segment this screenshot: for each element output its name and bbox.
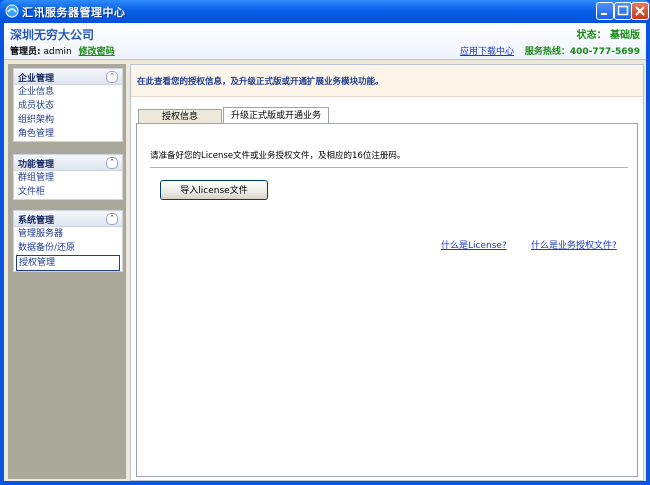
admin-name: admin [43, 47, 72, 57]
download-center-link[interactable]: 应用下载中心 [460, 47, 514, 57]
change-password-link[interactable]: 修改密码 [79, 47, 115, 57]
close-button[interactable] [631, 2, 649, 20]
app-frame: 深圳无穷大公司 管理员: admin 修改密码 状态： 基础版 应用下载中心 服… [4, 23, 646, 481]
tab-panel: 请准备好您的License文件或业务授权文件，及相应的16位注册码。 导入lic… [136, 123, 638, 477]
sidebar: 企业管理 ⌃ 企业信息 成员状态 组织架构 角色管理 功能管理 ⌃ 群组管理 文… [8, 64, 126, 479]
sidebar-item-role-management[interactable]: 角色管理 [14, 127, 122, 141]
main-content: 在此查看您的授权信息，及升级正式版或开通扩展业务模块功能。 授权信息 升级正式版… [130, 64, 644, 481]
admin-label: 管理员: [10, 47, 41, 57]
maximize-icon [617, 5, 629, 16]
header: 深圳无穷大公司 管理员: admin 修改密码 状态： 基础版 应用下载中心 服… [4, 23, 646, 60]
header-links: 应用下载中心 服务热线：400-777-5699 [460, 44, 640, 57]
sidebar-item-org-structure[interactable]: 组织架构 [14, 113, 122, 127]
sidebar-group-system: 系统管理 ⌃ 管理服务器 数据备份/还原 授权管理 [13, 210, 123, 272]
collapse-icon[interactable]: ⌃ [106, 71, 118, 83]
minimize-icon [601, 13, 607, 15]
divider [150, 167, 628, 168]
tab-license-info[interactable]: 授权信息 [138, 109, 222, 124]
company-name: 深圳无穷大公司 [10, 28, 95, 42]
sidebar-item-enterprise-info[interactable]: 企业信息 [14, 85, 122, 99]
maximize-button[interactable] [614, 2, 632, 20]
sidebar-group-enterprise: 企业管理 ⌃ 企业信息 成员状态 组织架构 角色管理 [13, 68, 123, 142]
sidebar-item-file-cabinet[interactable]: 文件柜 [14, 185, 122, 199]
instruction-text: 请准备好您的License文件或业务授权文件，及相应的16位注册码。 [150, 151, 406, 161]
hotline-text: 服务热线：400-777-5699 [524, 47, 640, 57]
sidebar-group-header[interactable]: 企业管理 ⌃ [14, 69, 122, 85]
minimize-button[interactable] [596, 2, 614, 20]
notice-text: 在此查看您的授权信息，及升级正式版或开通扩展业务模块功能。 [137, 77, 384, 87]
notice-bar: 在此查看您的授权信息，及升级正式版或开通扩展业务模块功能。 [131, 65, 643, 97]
sidebar-group-header[interactable]: 系统管理 ⌃ [14, 211, 122, 227]
sidebar-item-member-status[interactable]: 成员状态 [14, 99, 122, 113]
what-is-business-license-link[interactable]: 什么是业务授权文件? [531, 238, 617, 251]
collapse-icon[interactable]: ⌃ [106, 157, 118, 169]
sidebar-item-license-management[interactable]: 授权管理 [16, 255, 120, 271]
close-icon [635, 6, 645, 16]
admin-info: 管理员: admin 修改密码 [10, 44, 115, 57]
collapse-icon[interactable]: ⌃ [106, 213, 118, 225]
sidebar-group-header[interactable]: 功能管理 ⌃ [14, 155, 122, 171]
sidebar-group-features: 功能管理 ⌃ 群组管理 文件柜 [13, 154, 123, 200]
app-icon [5, 4, 19, 18]
status-text: 状态： 基础版 [576, 30, 640, 41]
sidebar-item-group-management[interactable]: 群组管理 [14, 171, 122, 185]
import-license-button[interactable]: 导入license文件 [160, 180, 268, 200]
sidebar-item-backup-restore[interactable]: 数据备份/还原 [14, 241, 122, 255]
sidebar-group-title: 系统管理 [18, 216, 55, 226]
sidebar-group-title: 企业管理 [18, 74, 55, 84]
sidebar-group-title: 功能管理 [18, 160, 55, 170]
sidebar-item-manage-server[interactable]: 管理服务器 [14, 227, 122, 241]
what-is-license-link[interactable]: 什么是License? [441, 238, 507, 251]
title-bar[interactable]: 汇讯服务器管理中心 [0, 0, 650, 23]
window-title: 汇讯服务器管理中心 [22, 6, 126, 19]
